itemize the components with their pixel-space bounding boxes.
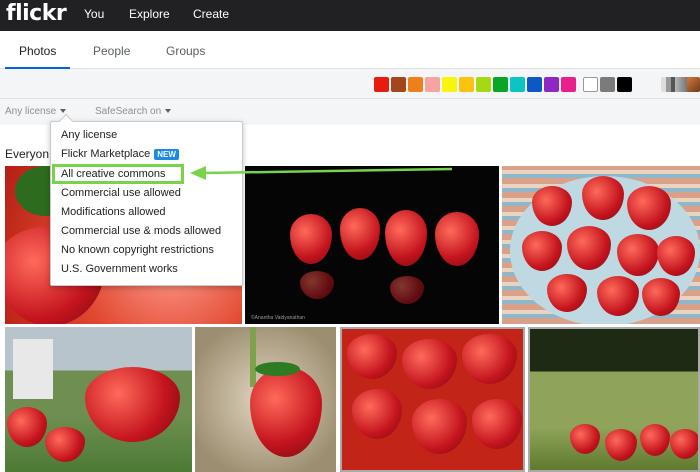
section-label: Everyon [5,147,50,161]
color-swatch-gold[interactable] [459,77,474,92]
color-swatch-yellow[interactable] [442,77,457,92]
license-option-commercial-mods[interactable]: Commercial use & mods allowed [61,225,221,237]
tab-photos[interactable]: Photos [19,44,56,58]
strawberry [412,399,467,454]
search-tabs: Photos People Groups [0,31,700,70]
color-swatch-teal[interactable] [510,77,525,92]
black-white-icon[interactable] [661,77,676,92]
color-swatch-lime[interactable] [476,77,491,92]
new-badge: NEW [154,148,179,160]
color-swatch-purple[interactable] [544,77,559,92]
strawberry [642,278,680,316]
strawberry [7,407,47,447]
strawberry [570,424,600,454]
photo-strawberry-field[interactable] [528,327,700,472]
color-swatch-blue[interactable] [527,77,542,92]
house [13,339,53,399]
color-swatch-brown[interactable] [391,77,406,92]
license-dropdown[interactable]: Any license [5,106,67,117]
strawberry [340,208,380,260]
license-option-government[interactable]: U.S. Government works [61,263,178,275]
nav-explore[interactable]: Explore [129,7,170,21]
color-swatch-gray[interactable] [600,77,615,92]
strawberry [352,389,402,439]
tab-people[interactable]: People [93,44,130,58]
minimalist-icon[interactable] [687,77,700,92]
strawberry [640,424,670,456]
color-swatch-green[interactable] [493,77,508,92]
license-option-marketplace-label: Flickr Marketplace [61,148,151,160]
license-option-marketplace[interactable]: Flickr Marketplace NEW [61,148,179,160]
license-option-modifications[interactable]: Modifications allowed [61,206,166,218]
strawberry [605,429,637,461]
strawberry [290,214,332,264]
license-option-commercial[interactable]: Commercial use allowed [61,187,181,199]
color-swatch-red[interactable] [374,77,389,92]
strawberry [472,399,522,449]
safesearch-dropdown[interactable]: SafeSearch on [95,106,172,117]
highlight-box [52,164,184,184]
photo-strawberries-black[interactable]: ©Anantha Vaidyanathan [245,166,499,324]
strawberry [402,339,457,389]
annotation-arrow [190,166,453,180]
color-swatch-pink[interactable] [425,77,440,92]
color-swatch-magenta[interactable] [561,77,576,92]
photo-strawberry-pile[interactable] [340,327,525,472]
photo-strawberry-bowl[interactable] [502,166,700,324]
safesearch-dropdown-label: SafeSearch on [95,106,162,117]
color-swatch-black[interactable] [617,77,632,92]
nav-you[interactable]: You [84,7,104,21]
strawberry [670,429,698,459]
flickr-logo[interactable]: flickr [6,1,67,26]
strawberry [85,367,180,442]
license-option-any[interactable]: Any license [61,129,117,141]
license-option-no-copyright[interactable]: No known copyright restrictions [61,244,214,256]
strawberry [347,334,397,379]
strawberry [385,210,427,266]
license-dropdown-label: Any license [5,106,57,117]
strawberry [250,367,322,457]
top-navbar: flickr You Explore Create [0,0,700,31]
strawberry [45,427,85,462]
color-swatch-orange[interactable] [408,77,423,92]
photo-watermark: ©Anantha Vaidyanathan [251,315,305,321]
color-filter-bar [0,69,700,99]
strawberry-reflection [390,276,424,304]
color-swatch-white[interactable] [583,77,598,92]
stem [250,327,256,387]
chevron-down-icon [165,109,172,114]
photo-strawberry-garden[interactable] [5,327,192,472]
nav-create[interactable]: Create [193,7,229,21]
arrow-head [190,166,206,180]
strawberry [462,334,517,384]
strawberry [435,212,479,266]
tab-groups[interactable]: Groups [166,44,205,58]
strawberry-reflection [300,271,334,299]
arrow-line [203,167,453,175]
license-menu: Any license Flickr Marketplace NEW All cr… [50,113,243,286]
leaf [255,362,300,376]
photo-strawberry-stem[interactable] [195,327,336,472]
